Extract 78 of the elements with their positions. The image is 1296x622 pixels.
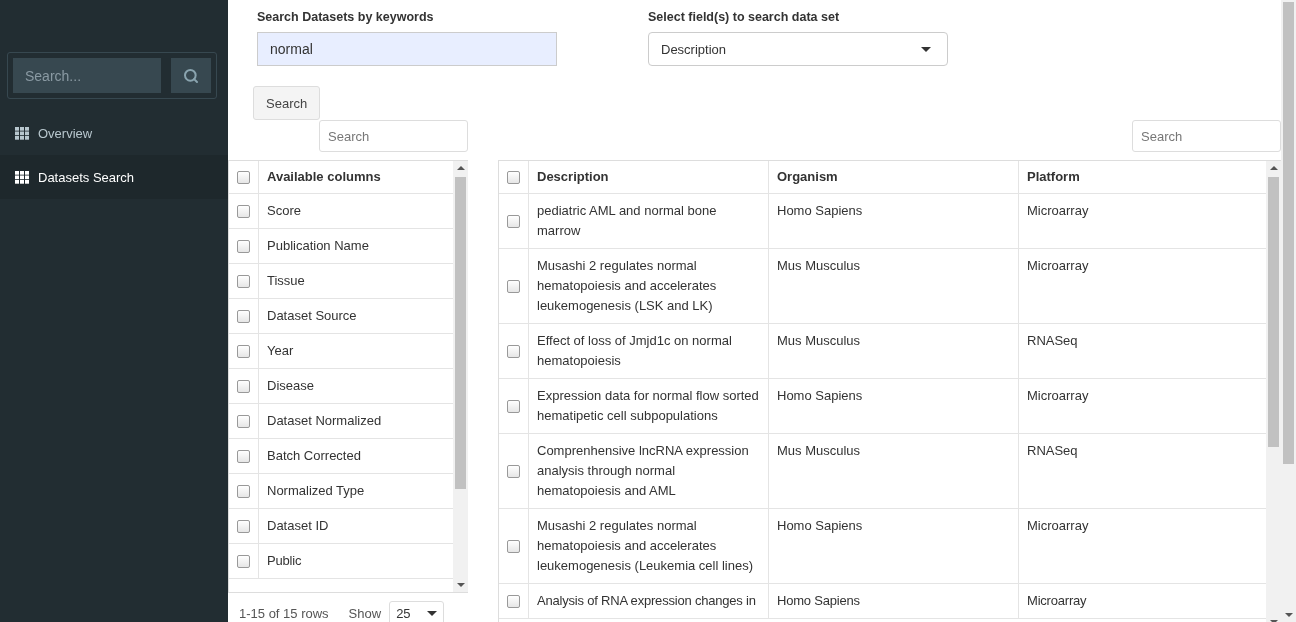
caret-icon [921, 46, 931, 52]
table-cell: Mus Musculus [769, 249, 1019, 323]
search-icon [183, 67, 199, 84]
table-cell-text: Batch Corrected [266, 447, 362, 465]
field-select[interactable]: Description [648, 32, 948, 66]
row-checkbox[interactable] [237, 274, 250, 288]
table-cell-text: Microarray [1026, 202, 1090, 220]
table-cell: Homo Sapiens [769, 584, 1019, 618]
row-checkbox[interactable] [237, 379, 250, 393]
rows-info: 1-15 of 15 rows [239, 605, 329, 621]
table-cell-text: Tissue [266, 272, 306, 290]
row-checkbox[interactable] [507, 594, 520, 608]
table-cell-text: Microarray [1026, 387, 1090, 405]
sidebar-item[interactable]: Overview [0, 111, 228, 155]
select-all-checkbox[interactable] [237, 170, 250, 184]
table-cell-text: Microarray [1026, 592, 1088, 610]
grid-icon [15, 170, 29, 184]
row-checkbox[interactable] [237, 484, 250, 498]
show-label: Show [348, 605, 382, 621]
row-checkbox[interactable] [237, 309, 250, 323]
table-cell: Homo Sapiens [769, 194, 1019, 248]
table-cell: Mus Musculus [769, 324, 1019, 378]
row-checkbox[interactable] [507, 539, 520, 553]
column-header: Platform [1026, 168, 1081, 186]
row-checkbox[interactable] [237, 344, 250, 358]
row-checkbox[interactable] [237, 554, 250, 568]
table-cell: Musashi 2 regulates normal hematopoiesis and accelerates leukemogenesis (LSK and LK) [529, 249, 769, 323]
table-cell-text: Dataset Source [266, 307, 358, 325]
row-checkbox[interactable] [237, 414, 250, 428]
columns-search-field[interactable]: Search [319, 120, 468, 152]
page-size-select[interactable]: 25 [389, 601, 444, 622]
table-cell: Homo Sapiens [769, 509, 1019, 583]
row-checkbox[interactable] [507, 399, 520, 413]
table-cell-text: Microarray [1026, 517, 1090, 535]
row-checkbox[interactable] [507, 279, 520, 293]
row-checkbox[interactable] [507, 344, 520, 358]
table-cell-text: Public [266, 552, 303, 570]
table-cell: Analysis of RNA expression changes in [529, 584, 769, 618]
grid-icon [15, 126, 29, 140]
table-cell-text: Disease [266, 377, 315, 395]
search-button[interactable]: Search [253, 86, 321, 120]
table-cell-text: Year [266, 342, 295, 360]
table-cell: Mus Musculus [769, 434, 1019, 508]
row-checkbox[interactable] [237, 204, 250, 218]
table-cell: Comprenhensive lncRNA expression analysis through normal hematopoiesis and AML [529, 434, 769, 508]
table-cell: pediatric AML and normal bone marrow [529, 194, 769, 248]
sidebar-search-field[interactable]: Search... [13, 58, 161, 93]
scrollbar[interactable] [1266, 161, 1281, 622]
field-select-label: Select field(s) to search data set [648, 10, 841, 24]
select-all-checkbox[interactable] [507, 170, 520, 184]
row-checkbox[interactable] [237, 449, 250, 463]
table-cell: Musashi 2 regulates normal hematopoiesis and accelerates leukemogenesis (Leukemia cell lines) [529, 509, 769, 583]
table-cell-text: Dataset Normalized [266, 412, 383, 430]
keyword-field[interactable]: normal [257, 32, 557, 66]
table-cell-text: RNASeq [1026, 332, 1079, 350]
table-cell: Effect of loss of Jmjd1c on normal hematopoiesis [529, 324, 769, 378]
table-cell-text: RNASeq [1026, 442, 1079, 460]
results-search-field[interactable]: Search [1132, 120, 1281, 152]
row-checkbox[interactable] [237, 239, 250, 253]
page-scrollbar[interactable] [1281, 0, 1296, 622]
sidebar-item[interactable]: Datasets Search [0, 155, 228, 199]
table-cell-text: Publication Name [266, 237, 370, 255]
row-checkbox[interactable] [507, 464, 520, 478]
table-cell: Homo Sapiens [769, 379, 1019, 433]
search-button[interactable] [171, 58, 211, 93]
table-cell-text: Dataset ID [266, 517, 330, 535]
row-checkbox[interactable] [507, 214, 520, 228]
caret-icon [426, 610, 437, 616]
table-cell-text: Microarray [1026, 257, 1090, 275]
table-cell-text: Score [266, 202, 302, 220]
scrollbar[interactable] [453, 161, 468, 592]
table-cell: Expression data for normal flow sorted hematipetic cell subpopulations [529, 379, 769, 433]
column-header: Organism [769, 161, 1019, 193]
table-cell-text: Normalized Type [266, 482, 366, 500]
column-header: Description [529, 161, 769, 193]
keyword-label: Search Datasets by keywords [257, 10, 435, 24]
column-header: Available columns [266, 168, 382, 186]
row-checkbox[interactable] [237, 519, 250, 533]
